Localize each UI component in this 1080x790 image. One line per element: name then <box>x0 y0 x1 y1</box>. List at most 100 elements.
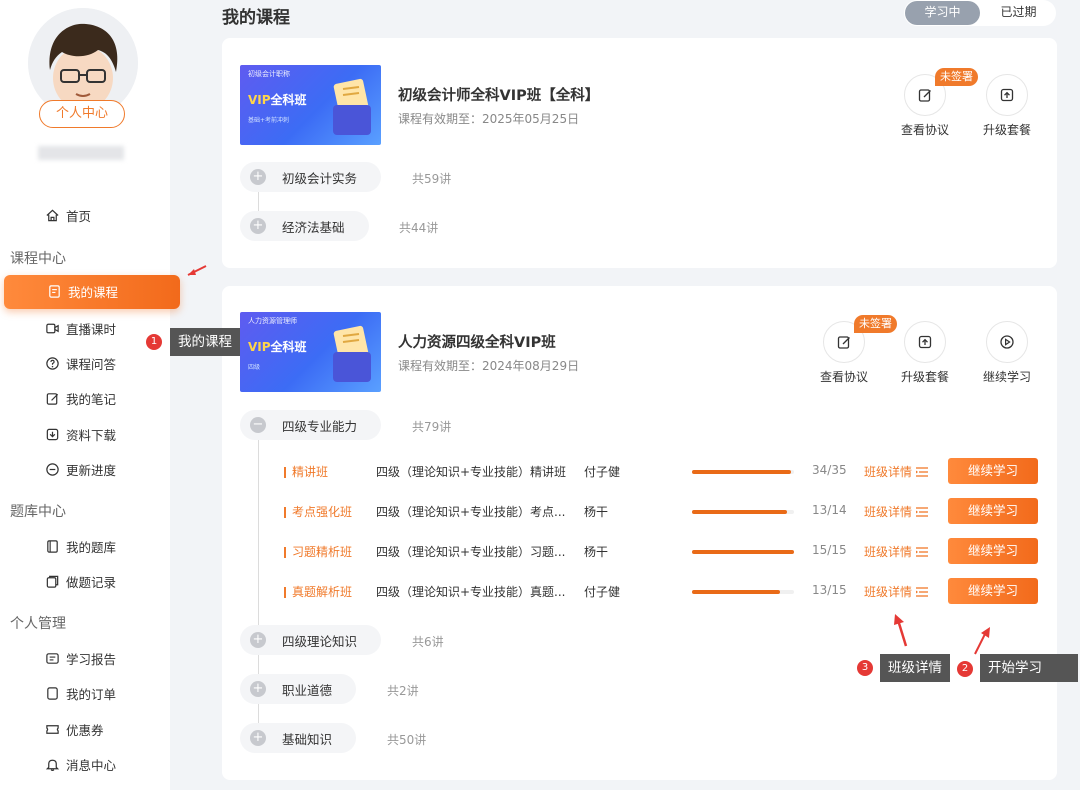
sidebar-item-practice-record[interactable]: 做题记录 <box>44 571 116 591</box>
class-teacher: 付子健 <box>584 585 621 599</box>
expand-icon[interactable]: + <box>250 730 266 746</box>
subject-item[interactable]: + 经济法基础 <box>240 211 369 241</box>
book-illustration-icon <box>333 78 371 135</box>
class-name[interactable]: 真题解析班 <box>292 583 352 600</box>
subject-item-expanded[interactable]: − 四级专业能力 <box>240 410 382 440</box>
subject-item[interactable]: + 职业道德 <box>240 674 357 704</box>
nav-group-title-course: 课程中心 <box>10 251 66 267</box>
thumbnail-tag: 初级会计职称 <box>248 70 290 78</box>
subject-name: 基础知识 <box>282 731 333 747</box>
book-illustration-icon <box>333 325 371 382</box>
class-name[interactable]: 考点强化班 <box>292 503 352 520</box>
question-icon <box>44 355 60 371</box>
course-card: 人力资源管理师 VIP全科班 四级 人力资源四级全科VIP班 课程有效期至：20… <box>222 286 1057 780</box>
expand-icon[interactable]: + <box>250 632 266 648</box>
annotation-arrow <box>187 265 207 276</box>
course-title[interactable]: 初级会计师全科VIP班【全科】 <box>398 84 599 105</box>
thumbnail-subtitle: 基础+考前冲刺 <box>248 117 290 124</box>
sidebar-item-label: 首页 <box>66 208 92 224</box>
subject-item[interactable]: + 四级理论知识 <box>240 625 382 655</box>
continue-learning-button[interactable]: 继续学习 <box>948 578 1038 604</box>
class-name[interactable]: 习题精析班 <box>292 543 352 560</box>
continue-learning-button[interactable]: 继续学习 <box>977 321 1037 385</box>
sidebar-item-label: 消息中心 <box>66 757 117 773</box>
sidebar-item-messages[interactable]: 消息中心 <box>44 754 116 774</box>
class-description: 四级（理论知识+专业技能）真题... <box>376 585 566 599</box>
profile-center-button[interactable]: 个人中心 <box>39 100 125 128</box>
subject-name: 职业道德 <box>282 682 333 698</box>
sidebar-item-label: 我的题库 <box>66 539 117 555</box>
subject-item[interactable]: + 基础知识 <box>240 723 357 753</box>
continue-learning-button[interactable]: 继续学习 <box>948 458 1038 484</box>
upgrade-icon <box>1000 88 1014 102</box>
class-row: 精讲班 四级（理论知识+专业技能）精讲班 付子健 34/35 班级详情 继续学习 <box>284 458 1044 486</box>
tab-expired[interactable]: 已过期 <box>981 0 1056 26</box>
sidebar-item-update[interactable]: 更新进度 <box>44 459 116 479</box>
subject-name: 四级理论知识 <box>282 633 358 649</box>
progress-text: 13/15 <box>812 583 847 597</box>
annotation-callout-class-detail: 班级详情 <box>880 654 950 682</box>
class-marker <box>284 507 286 518</box>
class-teacher: 付子健 <box>584 465 621 479</box>
class-detail-link[interactable]: 班级详情 <box>864 503 929 520</box>
class-name[interactable]: 精讲班 <box>292 463 328 480</box>
subject-name: 四级专业能力 <box>282 418 358 434</box>
tab-studying[interactable]: 学习中 <box>905 1 980 25</box>
nav-group-title-bank: 题库中心 <box>10 504 66 520</box>
sidebar-item-orders[interactable]: 我的订单 <box>44 683 116 703</box>
annotation-number: 3 <box>857 660 873 676</box>
class-description: 四级（理论知识+专业技能）考点... <box>376 505 566 519</box>
sidebar-item-label: 我的课程 <box>68 285 119 300</box>
list-icon <box>916 466 929 477</box>
progress-icon <box>44 461 60 477</box>
record-icon <box>44 573 60 589</box>
sidebar-item-download[interactable]: 资料下载 <box>44 424 116 444</box>
class-marker <box>284 587 286 598</box>
play-icon <box>1000 335 1014 349</box>
class-detail-link[interactable]: 班级详情 <box>864 463 929 480</box>
class-detail-label: 班级详情 <box>864 465 913 479</box>
upgrade-package-button[interactable]: 升级套餐 <box>895 321 955 385</box>
class-detail-label: 班级详情 <box>864 585 913 599</box>
class-teacher: 杨干 <box>584 545 609 559</box>
subject-name: 经济法基础 <box>282 219 345 235</box>
collapse-icon[interactable]: − <box>250 417 266 433</box>
continue-learning-button[interactable]: 继续学习 <box>948 538 1038 564</box>
class-detail-link[interactable]: 班级详情 <box>864 583 929 600</box>
class-detail-link[interactable]: 班级详情 <box>864 543 929 560</box>
progress-text: 13/14 <box>812 503 847 517</box>
upgrade-icon <box>918 335 932 349</box>
course-thumbnail[interactable]: 初级会计职称 VIP全科班 基础+考前冲刺 <box>240 65 381 145</box>
subject-count: 共79讲 <box>412 420 452 434</box>
progress-bar <box>692 510 794 514</box>
sidebar-item-my-courses[interactable]: 我的课程 <box>4 275 180 309</box>
annotation-number: 2 <box>957 661 973 677</box>
status-tabs: 学习中 已过期 <box>904 0 1056 26</box>
sidebar-item-question-bank[interactable]: 我的题库 <box>44 536 116 556</box>
subject-count: 共59讲 <box>412 172 452 186</box>
class-row: 真题解析班 四级（理论知识+专业技能）真题... 付子健 13/15 班级详情 继续学习 <box>284 578 1044 606</box>
expand-icon[interactable]: + <box>250 681 266 697</box>
subject-item[interactable]: + 初级会计实务 <box>240 162 382 192</box>
course-title[interactable]: 人力资源四级全科VIP班 <box>398 331 556 352</box>
page-title: 我的课程 <box>222 8 290 28</box>
annotation-callout-start-learning: 开始学习 <box>980 654 1078 682</box>
expand-icon[interactable]: + <box>250 218 266 234</box>
sidebar-item-report[interactable]: 学习报告 <box>44 648 116 668</box>
profile-panel: 个人中心 <box>0 0 170 180</box>
sidebar-item-live[interactable]: 直播课时 <box>44 318 116 338</box>
edit-icon <box>44 390 60 406</box>
sidebar-item-home[interactable]: 首页 <box>44 205 91 225</box>
sidebar-item-qa[interactable]: 课程问答 <box>44 353 116 373</box>
sidebar-item-label: 资料下载 <box>66 427 117 443</box>
class-description: 四级（理论知识+专业技能）精讲班 <box>376 465 567 479</box>
subject-count: 共2讲 <box>387 684 419 698</box>
sidebar-item-notes[interactable]: 我的笔记 <box>44 388 116 408</box>
expand-icon[interactable]: + <box>250 169 266 185</box>
sidebar-item-coupons[interactable]: 优惠券 <box>44 719 104 739</box>
continue-learning-button[interactable]: 继续学习 <box>948 498 1038 524</box>
thumbnail-title: VIP全科班 <box>248 340 307 354</box>
unsigned-badge: 未签署 <box>935 68 978 86</box>
course-thumbnail[interactable]: 人力资源管理师 VIP全科班 四级 <box>240 312 381 392</box>
upgrade-package-button[interactable]: 升级套餐 <box>977 74 1037 138</box>
